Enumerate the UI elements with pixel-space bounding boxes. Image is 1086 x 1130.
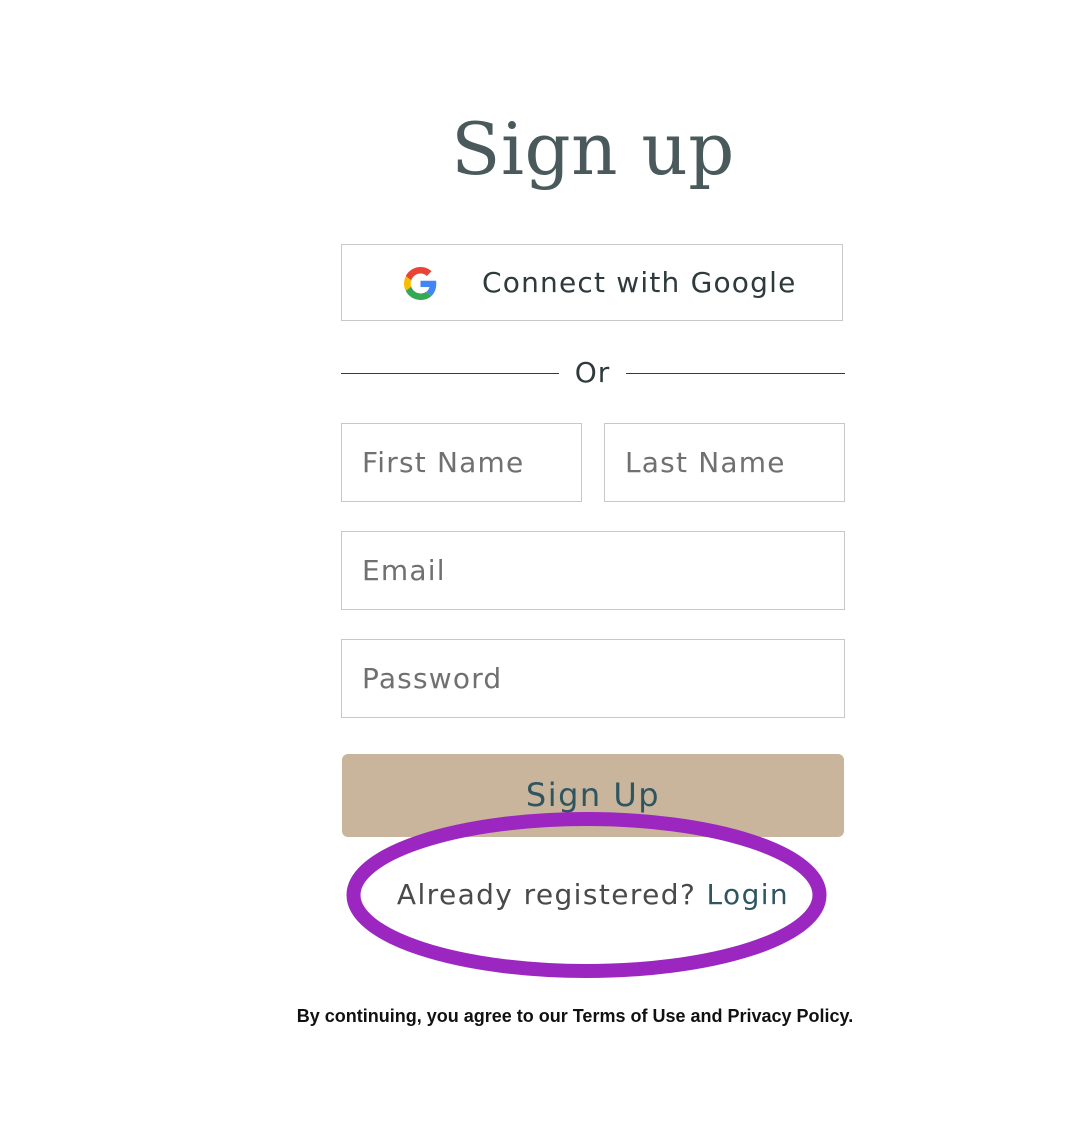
already-registered-text: Already registered?	[396, 878, 697, 911]
google-g-icon	[404, 267, 437, 300]
divider-line-right	[626, 373, 845, 374]
email-input[interactable]	[341, 531, 845, 610]
or-label: Or	[574, 356, 611, 389]
sign-up-button[interactable]: Sign Up	[342, 754, 844, 837]
terms-notice: By continuing, you agree to our Terms of…	[296, 1006, 854, 1026]
or-divider: Or	[341, 352, 845, 396]
last-name-input[interactable]	[604, 423, 845, 502]
first-name-input[interactable]	[341, 423, 582, 502]
connect-with-google-button[interactable]: Connect with Google	[341, 244, 843, 321]
connect-with-google-label: Connect with Google	[482, 266, 797, 299]
page-title: Sign up	[451, 107, 735, 191]
login-link[interactable]: Login	[707, 878, 790, 911]
password-input[interactable]	[341, 639, 845, 718]
divider-line-left	[341, 373, 559, 374]
login-prompt: Already registered? Login	[341, 872, 845, 918]
